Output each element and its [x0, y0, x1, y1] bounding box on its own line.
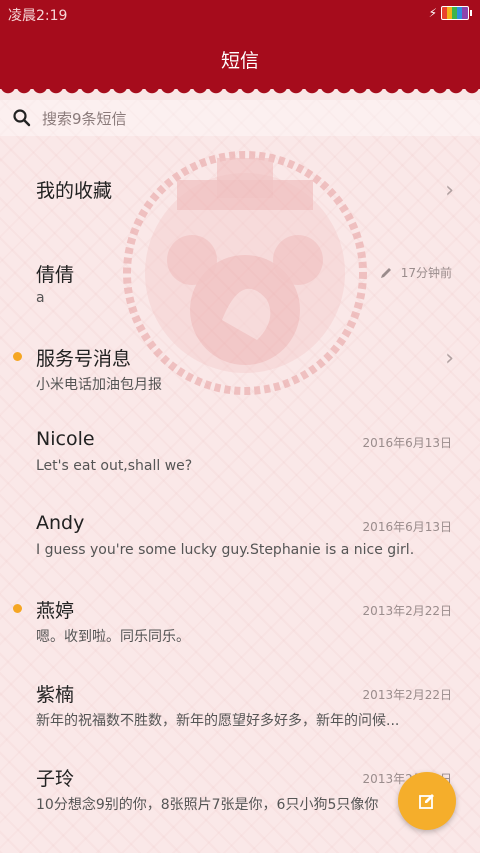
list-item[interactable]: 紫楠 新年的祝福数不胜数，新年的愿望好多好多，新年的问候... 2013年2月2…	[0, 652, 480, 736]
conversation-date: 2016年6月13日	[362, 436, 452, 450]
list-item[interactable]: 燕婷 嗯。收到啦。同乐同乐。 2013年2月22日	[0, 568, 480, 652]
conversation-preview: 嗯。收到啦。同乐同乐。	[36, 629, 190, 645]
conversation-preview: 小米电话加油包月报	[36, 377, 162, 393]
conversation-name: 服务号消息	[36, 348, 132, 370]
battery-tip	[470, 10, 472, 16]
conversation-date: 17分钟前	[400, 266, 452, 280]
unread-dot	[13, 604, 22, 613]
conversation-name: 倩倩	[36, 264, 75, 286]
conversation-date: 2016年6月13日	[362, 520, 452, 534]
search-icon	[13, 109, 31, 127]
list-item-service-messages[interactable]: 服务号消息 小米电话加油包月报 ›	[0, 316, 480, 400]
conversation-name: 紫楠	[36, 684, 75, 706]
conversation-preview: I guess you're some lucky guy.Stephanie …	[36, 542, 415, 558]
conversation-preview: a	[36, 290, 45, 306]
conversation-preview: 新年的祝福数不胜数，新年的愿望好多好多，新年的问候...	[36, 713, 400, 729]
status-time: 凌晨2:19	[8, 8, 68, 24]
pencil-icon	[380, 267, 391, 278]
conversation-date: 2013年2月22日	[362, 604, 452, 618]
status-icons: ⚡	[429, 6, 472, 20]
conversation-preview: 10分想念9别的你，8张照片7张是你，6只小狗5只像你	[36, 797, 379, 813]
conversation-date: 2013年2月22日	[362, 688, 452, 702]
conversation-preview: Let's eat out,shall we?	[36, 458, 193, 474]
charging-icon: ⚡	[428, 6, 437, 20]
conversation-name: 子玲	[36, 768, 75, 790]
conversation-name: Nicole	[36, 428, 95, 450]
conversation-name: 燕婷	[36, 600, 75, 622]
chevron-right-icon: ›	[445, 178, 454, 203]
search-bar[interactable]: 搜索9条短信	[0, 100, 480, 136]
list-item[interactable]: 倩倩 a 17分钟前	[0, 232, 480, 316]
list-item-favorites[interactable]: 我的收藏 ›	[0, 148, 480, 232]
compose-icon	[419, 794, 434, 809]
conversation-name: 我的收藏	[36, 180, 113, 202]
status-bar: 凌晨2:19 ⚡	[0, 0, 480, 28]
search-placeholder: 搜索9条短信	[42, 110, 127, 128]
draft-meta: 17分钟前	[379, 264, 452, 281]
chevron-right-icon: ›	[445, 346, 454, 371]
conversation-name: Andy	[36, 512, 85, 534]
list-item[interactable]: Andy I guess you're some lucky guy.Steph…	[0, 484, 480, 568]
compose-button[interactable]	[398, 772, 456, 830]
list-item[interactable]: Nicole Let's eat out,shall we? 2016年6月13…	[0, 400, 480, 484]
app-header: 短信	[0, 28, 480, 88]
battery-icon	[441, 6, 469, 20]
page-title: 短信	[220, 50, 259, 72]
unread-dot	[13, 352, 22, 361]
